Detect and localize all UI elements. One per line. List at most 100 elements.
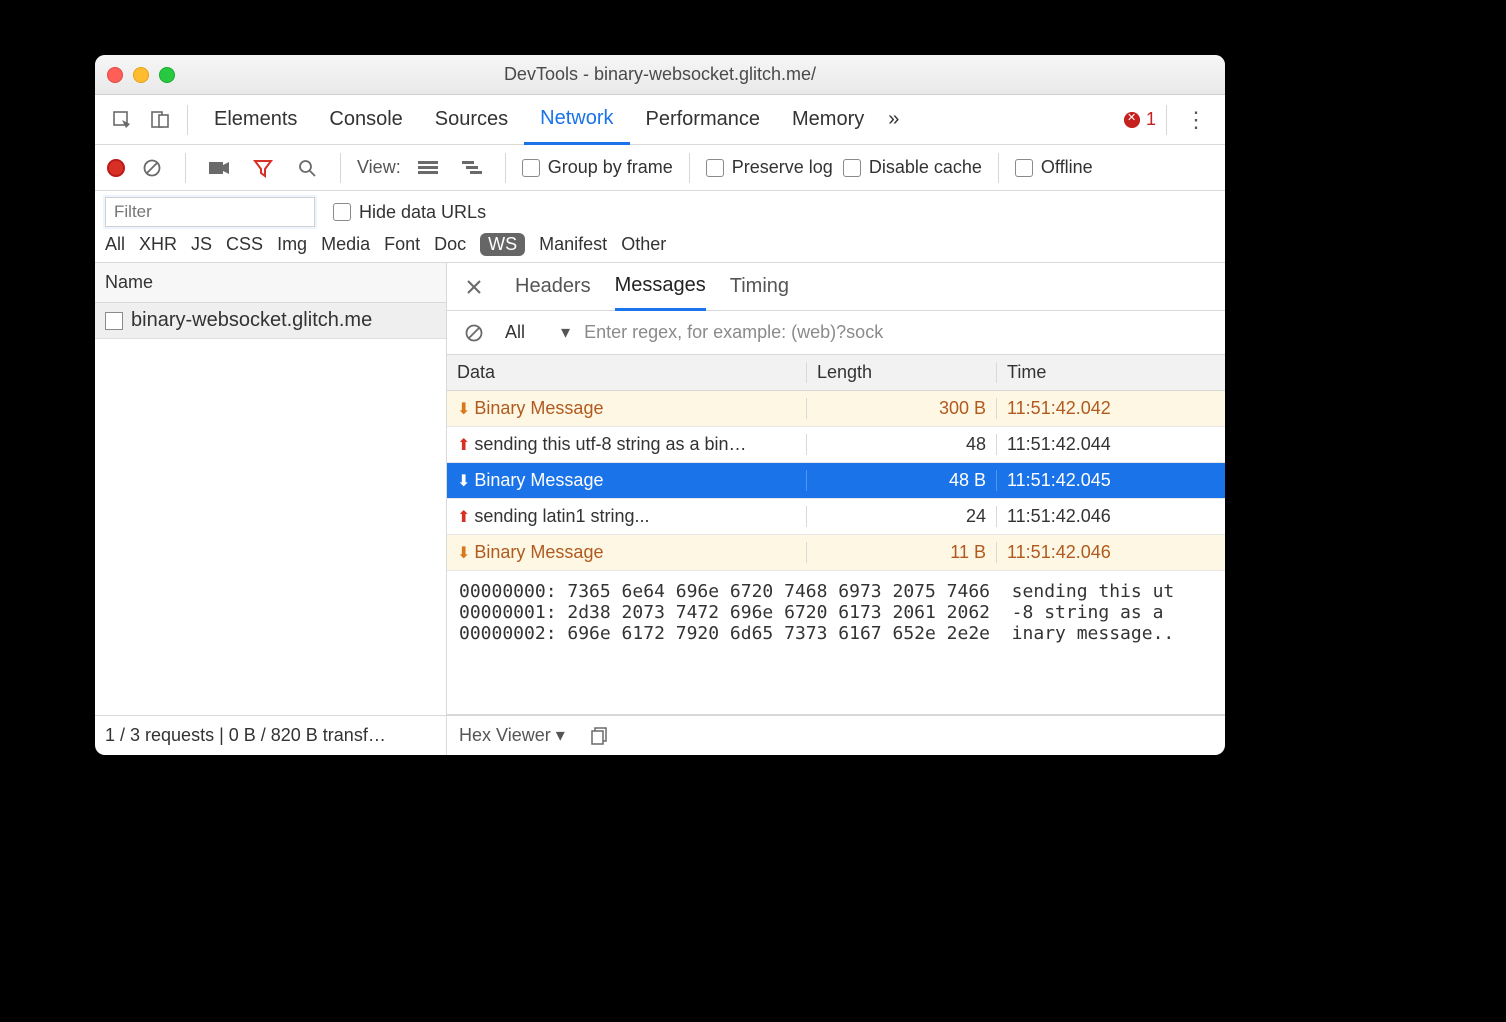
error-counter[interactable]: 1 [1124,109,1156,130]
message-time: 11:51:42.045 [997,470,1225,491]
separator [998,153,999,183]
tab-memory[interactable]: Memory [776,95,880,144]
message-data: sending this utf-8 string as a bin… [474,434,746,455]
preserve-log-checkbox[interactable]: Preserve log [706,157,833,178]
hex-viewer: 00000000: 7365 6e64 696e 6720 7468 6973 … [447,571,1225,715]
message-data: Binary Message [474,470,603,491]
request-list: Name binary-websocket.glitch.me 1 / 3 re… [95,263,447,755]
main-split: Name binary-websocket.glitch.me 1 / 3 re… [95,263,1225,755]
type-css[interactable]: CSS [226,234,263,255]
detail-footer: Hex Viewer ▾ [447,715,1225,755]
tab-timing[interactable]: Timing [730,263,789,310]
separator [1166,105,1167,135]
tab-headers[interactable]: Headers [515,263,591,310]
message-length: 48 B [807,470,997,491]
messages-table-body: ⬇Binary Message300 B11:51:42.042⬆sending… [447,391,1225,571]
arrow-down-icon: ⬇ [457,471,470,491]
filter-bar: Hide data URLs All XHR JS CSS Img Media … [95,191,1225,263]
type-other[interactable]: Other [621,234,666,255]
separator [340,153,341,183]
col-data[interactable]: Data [447,362,807,383]
arrow-up-icon: ⬆ [457,435,470,455]
record-button[interactable] [107,159,125,177]
window-title: DevTools - binary-websocket.glitch.me/ [504,64,816,85]
messages-table-header: Data Length Time [447,355,1225,391]
message-row[interactable]: ⬇Binary Message11 B11:51:42.046 [447,535,1225,571]
panel-tabstrip: Elements Console Sources Network Perform… [95,95,1225,145]
inspect-icon[interactable] [105,103,139,137]
zoom-button[interactable] [159,67,175,83]
type-img[interactable]: Img [277,234,307,255]
filter-input[interactable] [105,197,315,227]
devtools-window: DevTools - binary-websocket.glitch.me/ E… [95,55,1225,755]
close-detail-icon[interactable] [457,270,491,304]
message-row[interactable]: ⬇Binary Message 48 B11:51:42.045 [447,463,1225,499]
type-media[interactable]: Media [321,234,370,255]
view-label: View: [357,157,401,178]
arrow-down-icon: ⬇ [457,399,470,419]
type-xhr[interactable]: XHR [139,234,177,255]
request-row[interactable]: binary-websocket.glitch.me [95,303,446,339]
error-icon [1124,112,1140,128]
type-doc[interactable]: Doc [434,234,466,255]
camera-icon[interactable] [202,151,236,185]
message-length: 48 [807,434,997,455]
type-font[interactable]: Font [384,234,420,255]
col-time[interactable]: Time [997,362,1225,383]
message-length: 24 [807,506,997,527]
separator [185,153,186,183]
detail-panel: Headers Messages Timing All ▾ Data Lengt… [447,263,1225,755]
hex-viewer-dropdown[interactable]: Hex Viewer ▾ [459,725,565,746]
clear-messages-icon[interactable] [457,316,491,350]
disable-cache-checkbox[interactable]: Disable cache [843,157,982,178]
separator [505,153,506,183]
message-type-dropdown[interactable]: All ▾ [505,322,570,343]
tab-sources[interactable]: Sources [419,95,524,144]
traffic-lights [107,67,175,83]
chevron-down-icon: ▾ [561,322,570,343]
clear-icon[interactable] [135,151,169,185]
offline-checkbox[interactable]: Offline [1015,157,1093,178]
tab-elements[interactable]: Elements [198,95,313,144]
hide-data-urls-checkbox[interactable]: Hide data URLs [333,202,486,223]
message-row[interactable]: ⬆sending this utf-8 string as a bin…4811… [447,427,1225,463]
type-ws[interactable]: WS [480,233,525,256]
message-row[interactable]: ⬆sending latin1 string...2411:51:42.046 [447,499,1225,535]
close-button[interactable] [107,67,123,83]
search-icon[interactable] [290,151,324,185]
tab-network[interactable]: Network [524,96,629,145]
message-row[interactable]: ⬇Binary Message300 B11:51:42.042 [447,391,1225,427]
copy-icon[interactable] [583,719,617,753]
filter-icon[interactable] [246,151,280,185]
tab-console[interactable]: Console [313,95,418,144]
group-by-frame-checkbox[interactable]: Group by frame [522,157,673,178]
panel-tabs: Elements Console Sources Network Perform… [198,95,907,144]
regex-input[interactable] [584,322,1215,343]
arrow-up-icon: ⬆ [457,507,470,527]
device-mode-icon[interactable] [143,103,177,137]
tab-overflow[interactable]: » [880,95,907,144]
arrow-down-icon: ⬇ [457,543,470,563]
name-column-header[interactable]: Name [95,263,446,303]
type-js[interactable]: JS [191,234,212,255]
waterfall-icon[interactable] [455,151,489,185]
type-all[interactable]: All [105,234,125,255]
type-manifest[interactable]: Manifest [539,234,607,255]
separator [187,105,188,135]
type-filter-row: All XHR JS CSS Img Media Font Doc WS Man… [105,233,1215,256]
detail-tabs: Headers Messages Timing [447,263,1225,311]
titlebar: DevTools - binary-websocket.glitch.me/ [95,55,1225,95]
network-toolbar: View: Group by frame Preserve log Disabl… [95,145,1225,191]
large-rows-icon[interactable] [411,151,445,185]
col-length[interactable]: Length [807,362,997,383]
request-status-bar: 1 / 3 requests | 0 B / 820 B transf… [95,715,446,755]
more-menu-icon[interactable]: ⋮ [1177,107,1215,133]
message-data: sending latin1 string... [474,506,649,527]
ws-icon [105,312,123,330]
messages-filter-bar: All ▾ [447,311,1225,355]
minimize-button[interactable] [133,67,149,83]
request-name: binary-websocket.glitch.me [131,309,372,332]
tab-performance[interactable]: Performance [630,95,777,144]
message-length: 300 B [807,398,997,419]
tab-messages[interactable]: Messages [615,264,706,311]
